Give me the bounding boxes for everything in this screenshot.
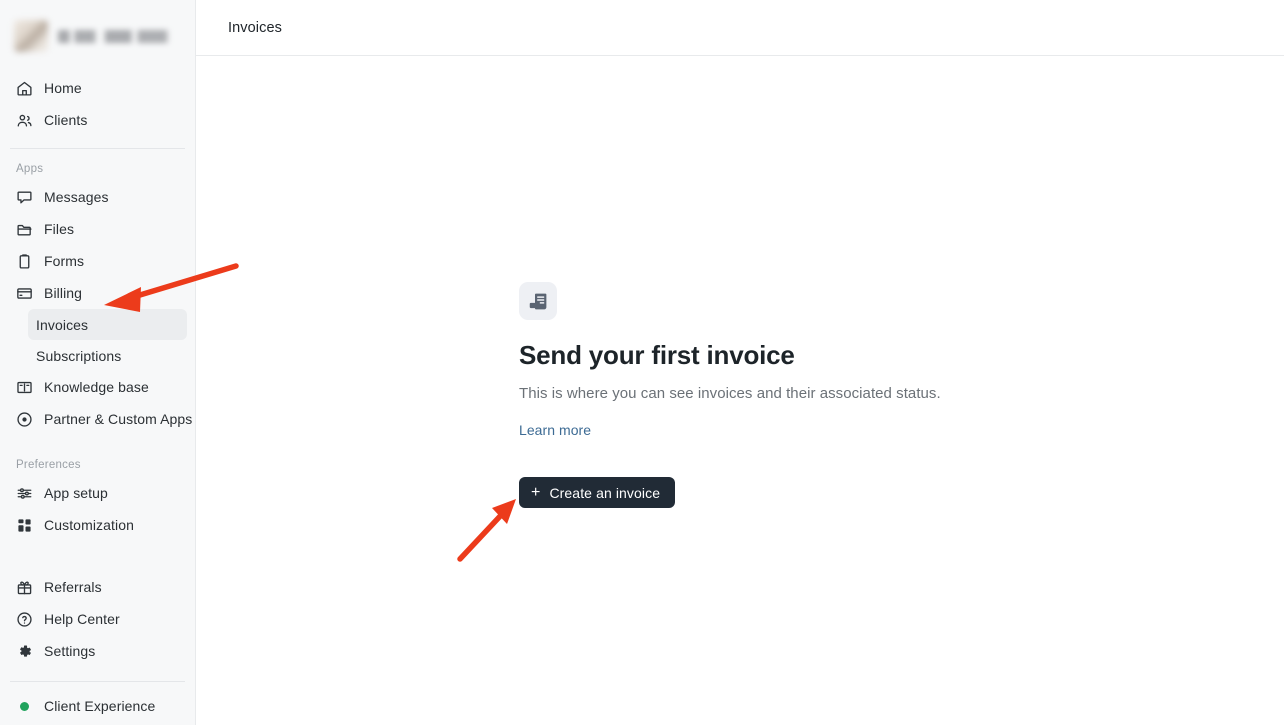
- sidebar: Home Clients Apps Messages Files Forms B…: [0, 0, 196, 725]
- learn-more-link[interactable]: Learn more: [519, 422, 591, 438]
- page-title: Invoices: [228, 19, 282, 36]
- home-icon: [16, 80, 33, 97]
- sidebar-section-preferences-title: Preferences: [16, 459, 81, 471]
- sidebar-item-forms-label: Forms: [44, 253, 85, 269]
- sidebar-item-app-setup[interactable]: App setup: [8, 477, 187, 509]
- sidebar-item-partner-custom-apps-label: Partner & Custom Apps: [44, 411, 193, 427]
- invoice-icon: [519, 282, 557, 320]
- create-invoice-button[interactable]: + Create an invoice: [519, 477, 676, 508]
- sidebar-item-customization-label: Customization: [44, 517, 135, 533]
- create-invoice-button-label: Create an invoice: [549, 484, 661, 501]
- sidebar-item-billing[interactable]: Billing: [8, 277, 187, 309]
- empty-state-title: Send your first invoice: [519, 340, 795, 370]
- sidebar-item-knowledge-base[interactable]: Knowledge base: [8, 371, 187, 403]
- page-header: Invoices: [196, 0, 1284, 56]
- empty-state: Send your first invoice This is where yo…: [519, 282, 1079, 508]
- workspace-name: [58, 29, 175, 43]
- sidebar-item-invoices[interactable]: Invoices: [28, 309, 187, 340]
- sidebar-item-client-experience[interactable]: Client Experience: [8, 690, 187, 722]
- sidebar-item-partner-custom-apps[interactable]: Partner & Custom Apps: [8, 403, 192, 435]
- help-circle-icon: [16, 611, 33, 628]
- sidebar-item-referrals-label: Referrals: [44, 579, 102, 595]
- nav-utility: Referrals Help Center Settings: [0, 541, 195, 667]
- clipboard-icon: [16, 253, 33, 270]
- nav-footer: Client Experience: [0, 682, 195, 722]
- workspace-logo: [14, 20, 48, 52]
- folder-icon: [16, 221, 33, 238]
- sidebar-item-customization[interactable]: Customization: [8, 509, 187, 541]
- clients-icon: [16, 112, 33, 129]
- sidebar-item-files[interactable]: Files: [8, 213, 187, 245]
- sidebar-item-knowledge-base-label: Knowledge base: [44, 379, 149, 395]
- nav-preferences: App setup Customization: [0, 477, 195, 541]
- sidebar-item-settings-label: Settings: [44, 643, 96, 659]
- book-icon: [16, 379, 33, 396]
- content-area: Send your first invoice This is where yo…: [196, 56, 1284, 725]
- sidebar-item-help-center[interactable]: Help Center: [8, 603, 187, 635]
- main-area: Invoices Send your first invoice This is…: [196, 0, 1284, 725]
- sidebar-item-files-label: Files: [44, 221, 75, 237]
- sidebar-item-clients-label: Clients: [44, 112, 88, 128]
- sidebar-item-settings[interactable]: Settings: [8, 635, 187, 667]
- gear-icon: [16, 643, 33, 660]
- sidebar-item-app-setup-label: App setup: [44, 485, 108, 501]
- sidebar-item-invoices-label: Invoices: [36, 316, 89, 333]
- workspace-switcher[interactable]: [0, 0, 195, 58]
- grid-icon: [16, 517, 33, 534]
- sidebar-item-home-label: Home: [44, 80, 82, 96]
- sidebar-item-forms[interactable]: Forms: [8, 245, 187, 277]
- app-root: Home Clients Apps Messages Files Forms B…: [0, 0, 1284, 725]
- sidebar-item-messages[interactable]: Messages: [8, 181, 187, 213]
- sidebar-item-clients[interactable]: Clients: [8, 104, 187, 136]
- nav-apps: Messages Files Forms Billing Invoices Su…: [0, 181, 195, 435]
- sidebar-item-subscriptions-label: Subscriptions: [36, 347, 122, 364]
- target-icon: [16, 411, 33, 428]
- sidebar-item-subscriptions[interactable]: Subscriptions: [28, 340, 187, 371]
- credit-card-icon: [16, 285, 33, 302]
- sidebar-item-help-center-label: Help Center: [44, 611, 120, 627]
- sliders-icon: [16, 485, 33, 502]
- sidebar-item-billing-label: Billing: [44, 285, 83, 301]
- sidebar-item-home[interactable]: Home: [8, 72, 187, 104]
- empty-state-description: This is where you can see invoices and t…: [519, 385, 941, 402]
- gift-icon: [16, 579, 33, 596]
- sidebar-item-referrals[interactable]: Referrals: [8, 571, 187, 603]
- sidebar-item-client-experience-label: Client Experience: [44, 698, 156, 714]
- plus-icon: +: [531, 483, 541, 501]
- sidebar-section-apps-title: Apps: [16, 163, 44, 175]
- sidebar-item-messages-label: Messages: [44, 189, 109, 205]
- message-icon: [16, 189, 33, 206]
- status-dot-icon: [16, 698, 33, 715]
- nav-primary: Home Clients: [0, 58, 195, 136]
